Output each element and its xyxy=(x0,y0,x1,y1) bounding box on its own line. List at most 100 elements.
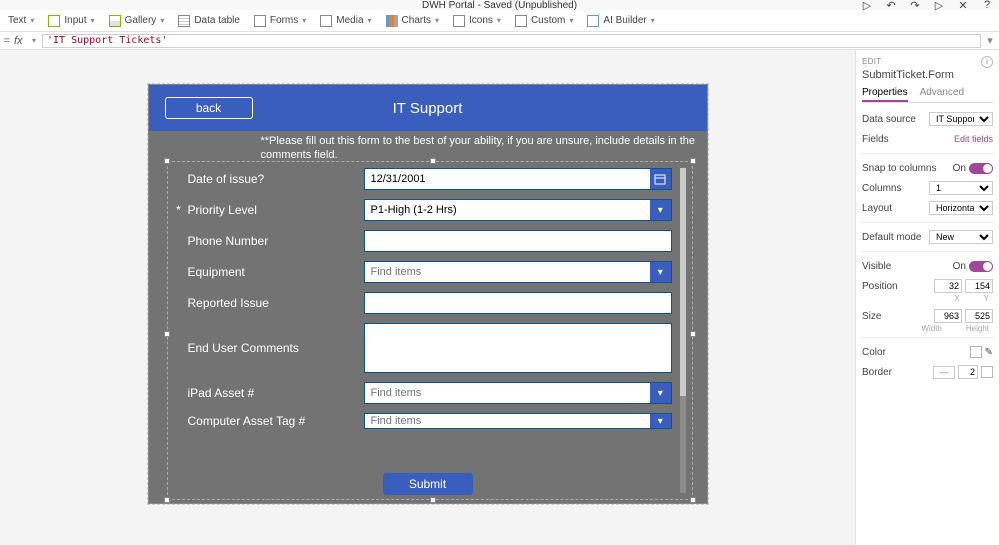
date-picker[interactable] xyxy=(364,168,672,190)
chevron-down-icon[interactable]: ▾ xyxy=(650,262,670,282)
fx-icon[interactable]: fx xyxy=(14,35,32,47)
ribbon-custom[interactable]: Custom▾ xyxy=(515,15,573,27)
resize-handle[interactable] xyxy=(690,497,696,503)
computer-input[interactable] xyxy=(365,414,651,428)
forms-icon xyxy=(254,15,266,27)
resize-handle[interactable] xyxy=(690,331,696,337)
form-selection-box[interactable]: Date of issue? * Priority Level ▾ xyxy=(167,161,693,500)
field-computer-asset: Computer Asset Tag # ▾ xyxy=(174,413,686,429)
window-titlebar: DWH Portal - Saved (Unpublished) ▷ ↶ ↷ ▷… xyxy=(0,0,999,10)
ipad-input[interactable] xyxy=(365,383,651,403)
expand-formula-icon[interactable]: ▾ xyxy=(981,34,999,47)
edit-fields-link[interactable]: Edit fields xyxy=(954,134,993,144)
size-height-input[interactable] xyxy=(965,309,993,323)
field-label: iPad Asset # xyxy=(184,386,364,400)
columns-select[interactable]: 1 xyxy=(929,181,993,195)
chevron-down-icon: ▾ xyxy=(497,16,501,25)
tab-advanced[interactable]: Advanced xyxy=(920,85,964,102)
equipment-combobox[interactable]: ▾ xyxy=(364,261,672,283)
ribbon-toolbar: Text▾ Input▾ Gallery▾ Data table Forms▾ … xyxy=(0,10,999,32)
phone-input[interactable] xyxy=(365,231,671,251)
formula-input[interactable] xyxy=(42,34,981,48)
chevron-down-icon: ▾ xyxy=(30,16,34,25)
prop-label: Position xyxy=(862,281,898,292)
submit-button[interactable]: Submit xyxy=(383,473,473,495)
run-icon[interactable]: ▷ xyxy=(861,0,873,11)
layout-select[interactable]: Horizontal xyxy=(929,201,993,215)
chevron-down-icon[interactable]: ▾ xyxy=(650,383,670,403)
design-canvas[interactable]: back IT Support **Please fill out this f… xyxy=(0,50,855,545)
ribbon-icons[interactable]: Icons▾ xyxy=(453,15,501,27)
color-picker[interactable] xyxy=(970,346,982,358)
share-icon[interactable]: ✕ xyxy=(957,0,969,11)
resize-handle[interactable] xyxy=(430,497,436,503)
phone-input-wrap[interactable] xyxy=(364,230,672,252)
scrollbar-thumb[interactable] xyxy=(680,168,686,396)
icons-icon xyxy=(453,15,465,27)
resize-handle[interactable] xyxy=(690,158,696,164)
back-button[interactable]: back xyxy=(165,97,253,119)
reported-issue-input[interactable] xyxy=(365,293,671,313)
position-x-input[interactable] xyxy=(934,279,962,293)
ribbon-input[interactable]: Input▾ xyxy=(48,15,94,27)
border-style-select[interactable]: — xyxy=(933,366,955,379)
undo-icon[interactable]: ↶ xyxy=(885,0,897,11)
input-icon xyxy=(48,15,60,27)
tab-properties[interactable]: Properties xyxy=(862,85,908,102)
comments-textarea[interactable] xyxy=(365,324,671,372)
prop-label: Snap to columns xyxy=(862,163,937,174)
ribbon-forms[interactable]: Forms▾ xyxy=(254,15,306,27)
info-icon[interactable]: i xyxy=(981,56,993,68)
gallery-icon xyxy=(109,15,121,27)
preview-icon[interactable]: ▷ xyxy=(933,0,945,11)
ribbon-ai-builder[interactable]: AI Builder▾ xyxy=(587,15,654,27)
date-input[interactable] xyxy=(365,169,651,189)
ribbon-text[interactable]: Text▾ xyxy=(8,15,34,26)
chevron-down-icon[interactable]: ▾ xyxy=(32,36,42,45)
field-priority-level: * Priority Level ▾ xyxy=(174,199,686,221)
resize-handle[interactable] xyxy=(430,158,436,164)
ipad-combobox[interactable]: ▾ xyxy=(364,382,672,404)
equipment-input[interactable] xyxy=(365,262,651,282)
computer-combobox[interactable]: ▾ xyxy=(364,413,672,429)
border-width-input[interactable] xyxy=(958,365,978,379)
chevron-down-icon: ▾ xyxy=(368,16,372,25)
chevron-down-icon: ▾ xyxy=(651,16,655,25)
pane-section-label: EDIT xyxy=(862,57,881,66)
ribbon-data-table[interactable]: Data table xyxy=(178,15,240,27)
calendar-icon[interactable] xyxy=(650,169,670,189)
field-label: Equipment xyxy=(184,265,364,279)
chevron-down-icon: ▾ xyxy=(569,16,573,25)
eyedropper-icon[interactable]: ✎ xyxy=(985,347,993,358)
data-source-select[interactable]: IT Support Tickets xyxy=(929,112,993,126)
priority-value[interactable] xyxy=(365,200,651,220)
media-icon xyxy=(320,15,332,27)
position-y-input[interactable] xyxy=(965,279,993,293)
visible-toggle[interactable] xyxy=(969,261,993,272)
required-asterisk: * xyxy=(174,203,184,217)
prop-label: Visible xyxy=(862,261,891,272)
reported-issue-input-wrap[interactable] xyxy=(364,292,672,314)
priority-dropdown[interactable]: ▾ xyxy=(364,199,672,221)
snap-toggle[interactable] xyxy=(969,163,993,174)
chevron-down-icon[interactable]: ▾ xyxy=(650,200,670,220)
prop-label: Layout xyxy=(862,203,892,214)
resize-handle[interactable] xyxy=(164,158,170,164)
properties-pane: EDITi SubmitTicket.Form Properties Advan… xyxy=(855,50,999,545)
border-color-picker[interactable] xyxy=(981,366,993,378)
chevron-down-icon: ▾ xyxy=(302,16,306,25)
ribbon-media[interactable]: Media▾ xyxy=(320,15,371,27)
ribbon-gallery[interactable]: Gallery▾ xyxy=(109,15,165,27)
prop-label: Fields xyxy=(862,134,889,145)
size-width-input[interactable] xyxy=(934,309,962,323)
field-comments: End User Comments xyxy=(174,323,686,373)
comments-textarea-wrap[interactable] xyxy=(364,323,672,373)
form-scrollbar[interactable] xyxy=(680,168,686,493)
chevron-down-icon[interactable]: ▾ xyxy=(650,414,670,428)
resize-handle[interactable] xyxy=(164,331,170,337)
default-mode-select[interactable]: New xyxy=(929,230,993,244)
resize-handle[interactable] xyxy=(164,497,170,503)
redo-icon[interactable]: ↷ xyxy=(909,0,921,11)
help-icon[interactable]: ? xyxy=(981,0,993,11)
ribbon-charts[interactable]: Charts▾ xyxy=(386,15,439,27)
